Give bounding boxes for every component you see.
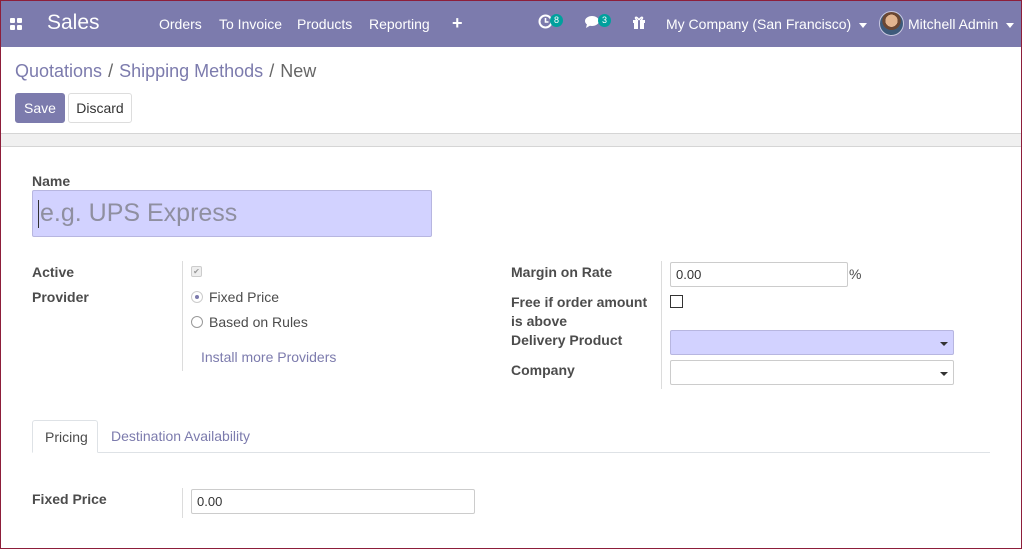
company-label: Company <box>511 362 575 378</box>
top-navbar: Sales Orders To Invoice Products Reporti… <box>1 1 1021 47</box>
activity-badge: 8 <box>550 14 564 27</box>
name-input[interactable]: e.g. UPS Express <box>32 190 432 237</box>
menu-products[interactable]: Products <box>297 16 352 32</box>
plus-icon[interactable]: + <box>452 13 463 34</box>
chevron-down-icon <box>940 372 948 376</box>
messages-badge: 3 <box>598 14 612 27</box>
delivery-product-select[interactable] <box>670 330 954 355</box>
name-placeholder: e.g. UPS Express <box>40 199 238 227</box>
install-providers-link[interactable]: Install more Providers <box>201 349 336 365</box>
chevron-down-icon <box>940 342 948 346</box>
group-divider <box>182 261 183 371</box>
save-button[interactable]: Save <box>15 93 65 123</box>
active-checkbox[interactable]: ✔ <box>191 266 202 277</box>
margin-input[interactable]: 0.00 <box>670 262 848 287</box>
breadcrumb: Quotations / Shipping Methods / New <box>15 61 316 82</box>
delivery-product-label: Delivery Product <box>511 332 623 348</box>
user-name: Mitchell Admin <box>908 16 999 32</box>
breadcrumb-separator: / <box>269 61 275 81</box>
app-name[interactable]: Sales <box>47 11 100 35</box>
breadcrumb-current: New <box>280 61 317 81</box>
tab-pricing[interactable]: Pricing <box>32 420 98 453</box>
tab-destination-availability[interactable]: Destination Availability <box>99 420 262 453</box>
company-name: My Company (San Francisco) <box>666 16 852 32</box>
company-switcher[interactable]: My Company (San Francisco) <box>666 16 868 32</box>
fixed-price-input[interactable]: 0.00 <box>191 489 475 514</box>
discard-button[interactable]: Discard <box>68 93 132 123</box>
gift-icon[interactable] <box>632 15 646 32</box>
group-divider <box>182 488 183 518</box>
company-select[interactable] <box>670 360 954 385</box>
chevron-down-icon <box>1006 22 1015 28</box>
provider-based-on-rules-label[interactable]: Based on Rules <box>209 314 308 330</box>
group-divider <box>661 261 662 389</box>
margin-unit: % <box>849 266 862 282</box>
free-label-cont: is above <box>511 313 568 329</box>
user-menu[interactable]: Mitchell Admin <box>908 16 1015 32</box>
menu-orders[interactable]: Orders <box>159 16 202 32</box>
user-avatar[interactable] <box>879 11 904 36</box>
breadcrumb-shipping-methods[interactable]: Shipping Methods <box>119 61 263 81</box>
name-label: Name <box>32 173 71 189</box>
free-label: Free if order amount <box>511 294 648 310</box>
menu-to-invoice[interactable]: To Invoice <box>219 16 282 32</box>
active-label: Active <box>32 264 75 280</box>
text-cursor <box>38 200 39 229</box>
app-menu-icon[interactable] <box>10 18 22 30</box>
free-if-above-checkbox[interactable] <box>670 295 683 308</box>
menu-reporting[interactable]: Reporting <box>369 16 430 32</box>
provider-fixed-price-radio[interactable] <box>191 291 203 303</box>
provider-label: Provider <box>32 289 89 305</box>
breadcrumb-quotations[interactable]: Quotations <box>15 61 102 81</box>
chevron-down-icon <box>859 22 868 28</box>
provider-based-on-rules-radio[interactable] <box>191 316 203 328</box>
breadcrumb-separator: / <box>108 61 114 81</box>
fixed-price-label: Fixed Price <box>32 491 107 507</box>
provider-fixed-price-label[interactable]: Fixed Price <box>209 289 279 305</box>
control-panel-divider <box>1 133 1021 147</box>
margin-label: Margin on Rate <box>511 264 613 280</box>
